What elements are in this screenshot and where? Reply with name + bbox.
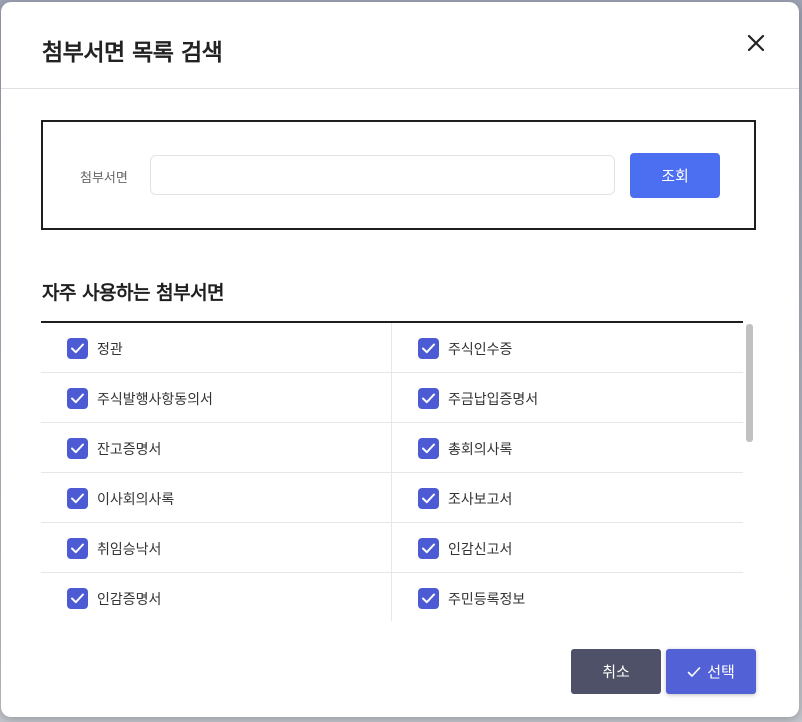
checklist-item[interactable]: 정관: [41, 323, 392, 372]
checklist-item-label: 조사보고서: [448, 492, 513, 508]
checklist-item[interactable]: 주금납입증명서: [392, 373, 743, 422]
search-input[interactable]: [150, 155, 615, 195]
checklist-item[interactable]: 인감신고서: [392, 523, 743, 572]
checkbox-checked[interactable]: [418, 388, 439, 409]
close-button[interactable]: [741, 28, 771, 58]
checkbox-checked[interactable]: [418, 488, 439, 509]
checklist-item[interactable]: 취임승낙서: [41, 523, 392, 572]
checklist-item[interactable]: 잔고증명서: [41, 423, 392, 472]
checkbox-checked[interactable]: [418, 438, 439, 459]
search-panel: 첨부서면 조회: [41, 120, 756, 230]
checklist-item-label: 주식인수증: [448, 342, 513, 358]
checklist-row: 이사회의사록 조사보고서: [41, 473, 743, 523]
checklist-item[interactable]: 조사보고서: [392, 473, 743, 522]
scroll-thumb[interactable]: [746, 324, 753, 442]
check-icon: [687, 667, 701, 677]
checkbox-checked[interactable]: [418, 588, 439, 609]
checkbox-checked[interactable]: [67, 588, 88, 609]
checklist-item-label: 주금납입증명서: [448, 392, 539, 408]
checklist-item-label: 취임승낙서: [97, 542, 162, 558]
checkbox-checked[interactable]: [67, 488, 88, 509]
select-button-label: 선택: [707, 663, 735, 681]
cancel-button[interactable]: 취소: [571, 649, 661, 694]
checklist-item-label: 잔고증명서: [97, 442, 162, 458]
checklist-row: 주식발행사항동의서 주금납입증명서: [41, 373, 743, 423]
checklist-item[interactable]: 총회의사록: [392, 423, 743, 472]
checkbox-checked[interactable]: [67, 388, 88, 409]
select-button[interactable]: 선택: [666, 649, 756, 694]
modal-header: 첨부서면 목록 검색: [1, 2, 799, 89]
checklist-item-label: 주식발행사항동의서: [97, 392, 213, 408]
favorites-list: 정관 주식인수증주식발행사항동의서 주금납입증명서잔고증명서 총회의사록이사회의사록 조…: [41, 321, 755, 621]
checklist-item-label: 정관: [97, 342, 123, 358]
checklist-item-label: 인감신고서: [448, 542, 513, 558]
checklist-row: 정관 주식인수증: [41, 323, 743, 373]
checklist-item[interactable]: 주민등록정보: [392, 573, 743, 621]
checkbox-checked[interactable]: [418, 538, 439, 559]
checklist-row: 인감증명서 주민등록정보: [41, 573, 743, 621]
checklist-item-label: 이사회의사록: [97, 492, 175, 508]
checkbox-checked[interactable]: [67, 538, 88, 559]
checklist-item[interactable]: 이사회의사록: [41, 473, 392, 522]
checklist-item-label: 인감증명서: [97, 592, 162, 608]
checklist-row: 잔고증명서 총회의사록: [41, 423, 743, 473]
checklist-row: 취임승낙서 인감신고서: [41, 523, 743, 573]
attachment-search-modal: 첨부서면 목록 검색 첨부서면 조회 자주 사용하는 첨부서면 정관 주식인수증주…: [1, 2, 799, 717]
checklist-item-label: 주민등록정보: [448, 592, 526, 608]
list-scrollbar[interactable]: [746, 324, 753, 621]
modal-title: 첨부서면 목록 검색: [42, 40, 223, 66]
checkbox-checked[interactable]: [67, 438, 88, 459]
checklist-item[interactable]: 주식발행사항동의서: [41, 373, 392, 422]
checkbox-checked[interactable]: [67, 338, 88, 359]
search-label: 첨부서면: [80, 171, 128, 186]
checklist-item[interactable]: 인감증명서: [41, 573, 392, 621]
search-button[interactable]: 조회: [630, 153, 720, 198]
close-icon: [747, 34, 765, 52]
checklist-item-label: 총회의사록: [448, 442, 513, 458]
favorites-title: 자주 사용하는 첨부서면: [42, 282, 225, 304]
checkbox-checked[interactable]: [418, 338, 439, 359]
checklist-item[interactable]: 주식인수증: [392, 323, 743, 372]
